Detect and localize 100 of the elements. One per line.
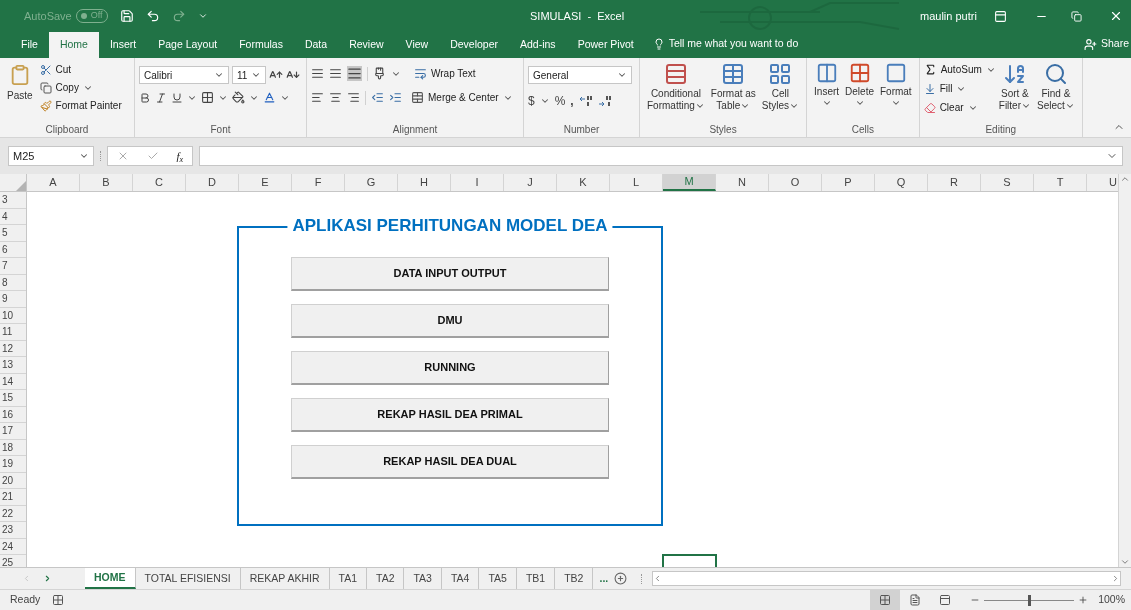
font-size-field[interactable]: 11 (232, 66, 266, 84)
percent-button[interactable]: % (554, 92, 566, 110)
row-header[interactable]: 13 (0, 357, 26, 374)
row-header[interactable]: 16 (0, 406, 26, 423)
comma-button[interactable]: , (570, 92, 574, 110)
column-header[interactable]: B (80, 174, 133, 191)
ribbon-options-icon[interactable] (994, 9, 1007, 23)
column-header[interactable]: S (981, 174, 1034, 191)
row-header[interactable]: 8 (0, 274, 26, 291)
align-left-icon[interactable] (311, 91, 324, 104)
menu-tab[interactable]: View (394, 32, 440, 58)
menu-tab[interactable]: Data (293, 32, 339, 58)
merge-center-button[interactable]: Merge & Center (411, 90, 513, 105)
ribbon-button[interactable]: Format (876, 62, 915, 108)
menu-tab[interactable]: Review (338, 32, 395, 58)
row-header[interactable]: 11 (0, 324, 26, 341)
font-name-field[interactable]: Calibri (139, 66, 229, 84)
row-header[interactable]: 6 (0, 241, 26, 258)
column-header[interactable]: J (504, 174, 557, 191)
close-icon[interactable] (1109, 9, 1123, 23)
ribbon-button[interactable]: Cell Styles (758, 62, 803, 112)
tell-me-field[interactable]: Tell me what you want to do (668, 36, 799, 52)
column-header[interactable]: K (557, 174, 610, 191)
row-header[interactable]: 14 (0, 373, 26, 390)
row-header[interactable]: 17 (0, 423, 26, 440)
ribbon-button[interactable]: Paste (4, 62, 36, 102)
fill-button[interactable]: Fill (923, 81, 996, 96)
italic-icon[interactable] (155, 91, 167, 104)
column-header[interactable]: G (345, 174, 398, 191)
column-header[interactable]: F (292, 174, 345, 191)
menu-tab[interactable]: Power Pivot (566, 32, 645, 58)
increase-indent-icon[interactable] (389, 91, 402, 104)
ribbon-button[interactable]: Delete (842, 62, 877, 108)
row-header[interactable]: 21 (0, 489, 26, 506)
more-sheets-button[interactable]: ... (593, 568, 615, 589)
column-header[interactable]: P (822, 174, 875, 191)
column-header[interactable]: A (27, 174, 80, 191)
zoom-in-icon[interactable] (1078, 595, 1089, 605)
customize-icon[interactable] (197, 11, 208, 21)
wrap-text-button[interactable]: Wrap Text (414, 66, 476, 81)
align-right-icon[interactable] (347, 91, 360, 104)
formula-field[interactable] (199, 146, 1123, 166)
clear-button[interactable]: Clear (923, 100, 996, 115)
column-header[interactable]: C (133, 174, 186, 191)
column-header[interactable]: N (716, 174, 769, 191)
restore-icon[interactable] (1071, 10, 1082, 22)
ribbon-button[interactable]: Sort & Filter (995, 62, 1034, 112)
row-header[interactable]: 22 (0, 505, 26, 522)
new-sheet-icon[interactable] (614, 572, 628, 585)
row-header[interactable]: 12 (0, 340, 26, 357)
macro-button[interactable]: DMU (291, 304, 609, 338)
currency-button[interactable]: $ (528, 92, 535, 110)
row-header[interactable]: 10 (0, 307, 26, 324)
menu-tab[interactable]: Home (48, 32, 99, 58)
column-header[interactable]: Q (875, 174, 928, 191)
column-header[interactable]: I (451, 174, 504, 191)
insert-function-button[interactable]: f$_{x}$ (176, 147, 184, 165)
format-painter-button[interactable]: Format Painter (39, 98, 122, 113)
share-button[interactable]: Share (1083, 36, 1129, 52)
borders-icon[interactable] (201, 91, 214, 104)
macro-button[interactable]: DATA INPUT OUTPUT (291, 257, 609, 291)
menu-tab[interactable]: Page Layout (147, 32, 229, 58)
macro-record-icon[interactable] (52, 594, 65, 606)
row-header[interactable]: 18 (0, 439, 26, 456)
fill-color-icon[interactable] (232, 91, 245, 104)
row-header[interactable]: 19 (0, 456, 26, 473)
column-header[interactable]: O (769, 174, 822, 191)
ribbon-button[interactable]: Conditional Formatting (644, 62, 708, 112)
menu-tab[interactable]: Add-ins (509, 32, 567, 58)
top-align-icon[interactable] (311, 67, 324, 80)
row-header[interactable]: 3 (0, 192, 26, 209)
number-format-field[interactable]: General (528, 66, 632, 84)
row-header[interactable]: 4 (0, 208, 26, 225)
decrease-indent-icon[interactable] (371, 91, 384, 104)
ribbon-button[interactable]: Format as Table (707, 62, 759, 112)
increase-decimal-icon[interactable] (578, 95, 593, 107)
next-sheet-icon[interactable] (43, 574, 52, 583)
undo-icon[interactable] (145, 9, 160, 23)
menu-tab[interactable]: Developer (439, 32, 509, 58)
align-center-icon[interactable] (329, 91, 342, 104)
macro-button[interactable]: REKAP HASIL DEA PRIMAL (291, 398, 609, 432)
row-header[interactable]: 5 (0, 225, 26, 242)
menu-tab[interactable]: Formulas (228, 32, 294, 58)
zoom-thumb[interactable] (1028, 594, 1032, 606)
column-header[interactable]: D (186, 174, 239, 191)
column-header[interactable]: T (1034, 174, 1087, 191)
save-icon[interactable] (119, 9, 134, 23)
name-box[interactable]: M25 (8, 146, 94, 166)
row-header[interactable]: 23 (0, 522, 26, 539)
view-button[interactable] (870, 589, 901, 610)
underline-icon[interactable] (171, 91, 183, 104)
column-header[interactable]: M (663, 174, 716, 191)
autosum-button[interactable]: AutoSum (923, 62, 996, 77)
row-header[interactable]: 20 (0, 472, 26, 489)
row-header[interactable]: 7 (0, 258, 26, 275)
menu-tab[interactable]: Insert (98, 32, 148, 58)
caret-icon[interactable] (539, 96, 550, 106)
column-header[interactable]: E (239, 174, 292, 191)
row-header[interactable]: 9 (0, 291, 26, 308)
horizontal-scrollbar[interactable] (652, 571, 1121, 586)
